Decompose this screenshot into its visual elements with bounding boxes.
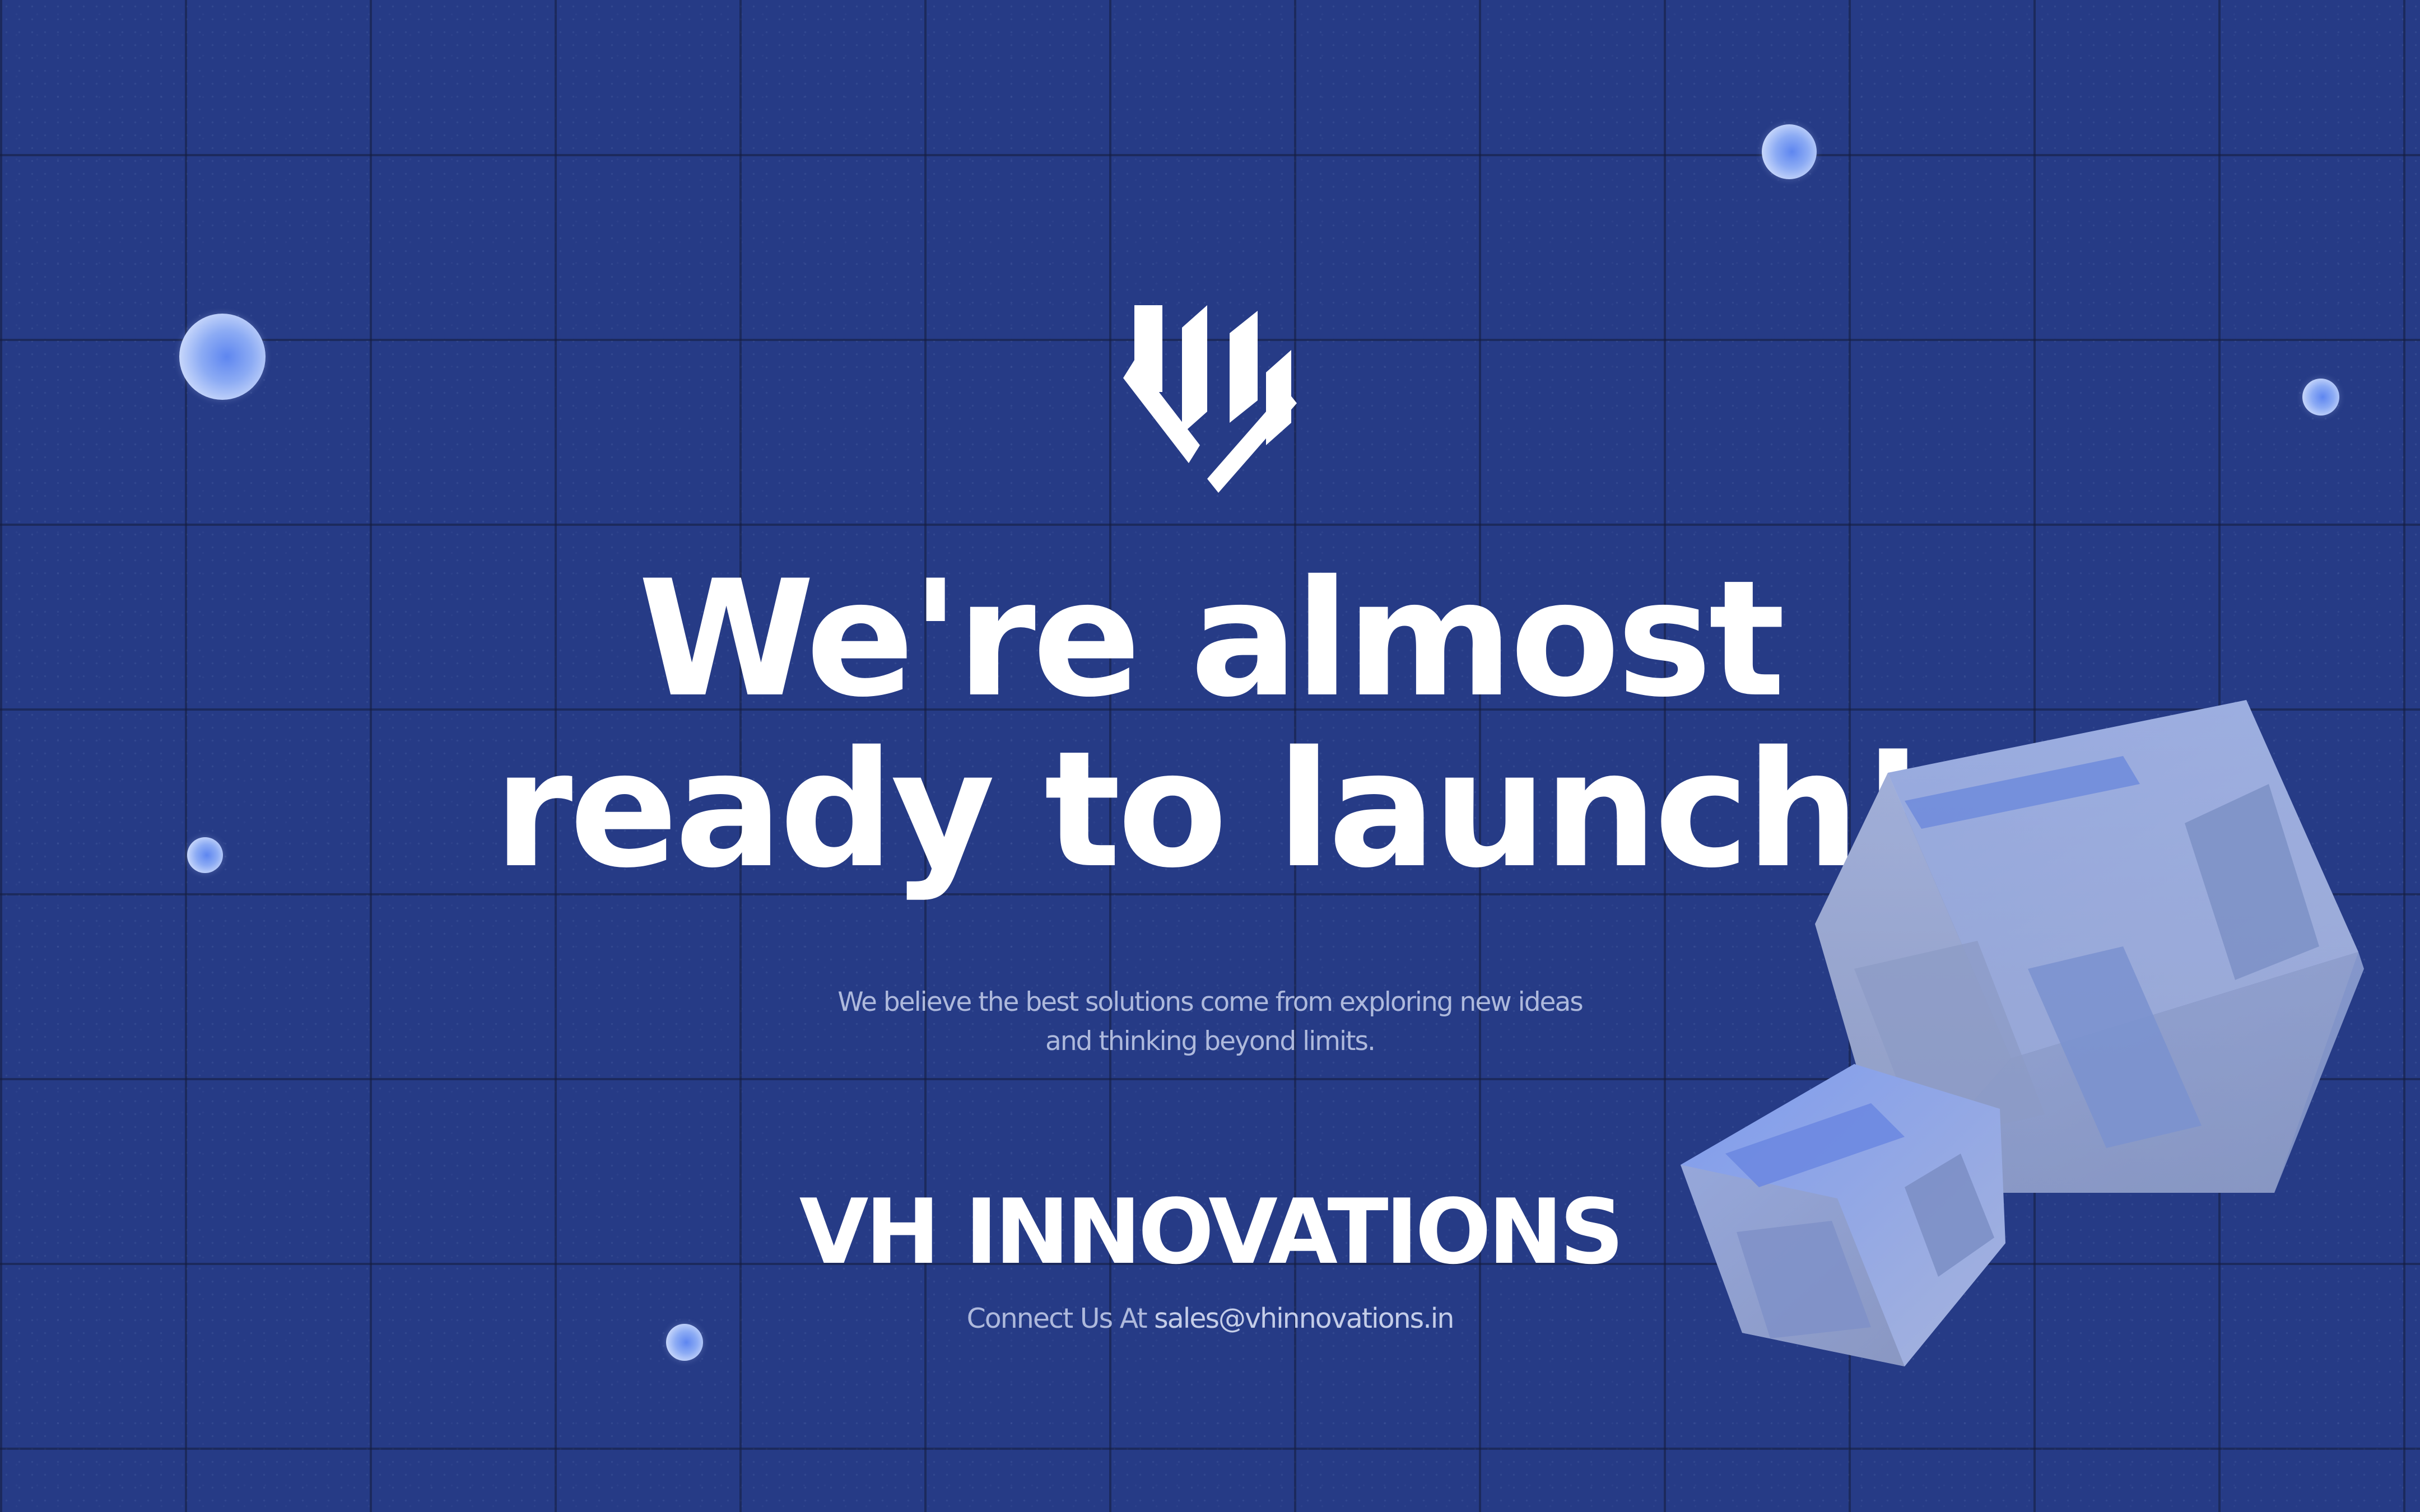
decorative-bubble — [1762, 124, 1817, 179]
small-cube-illustration — [1681, 1064, 2005, 1366]
decorative-bubble — [187, 837, 223, 873]
contact-email-link[interactable]: sales@vhinnovations.in — [1154, 1303, 1454, 1334]
tagline: We believe the best solutions come from … — [762, 983, 1658, 1061]
headline-line-2: ready to launch! — [494, 717, 1929, 903]
decorative-bubble — [2302, 379, 2339, 416]
decorative-bubble — [179, 314, 266, 400]
contact-prefix: Connect Us At — [966, 1303, 1148, 1334]
tagline-line-2: and thinking beyond limits. — [1045, 1026, 1376, 1057]
headline-line-1: We're almost — [638, 547, 1785, 732]
headline: We're almost ready to launch! — [426, 554, 1994, 896]
brand-name: VH INNOVATIONS — [799, 1179, 1625, 1284]
contact-line: Connect Us At sales@vhinnovations.in — [762, 1299, 1658, 1338]
vh-logo-icon — [1123, 305, 1297, 493]
tagline-line-1: We believe the best solutions come from … — [837, 987, 1583, 1018]
decorative-bubble — [666, 1324, 703, 1361]
